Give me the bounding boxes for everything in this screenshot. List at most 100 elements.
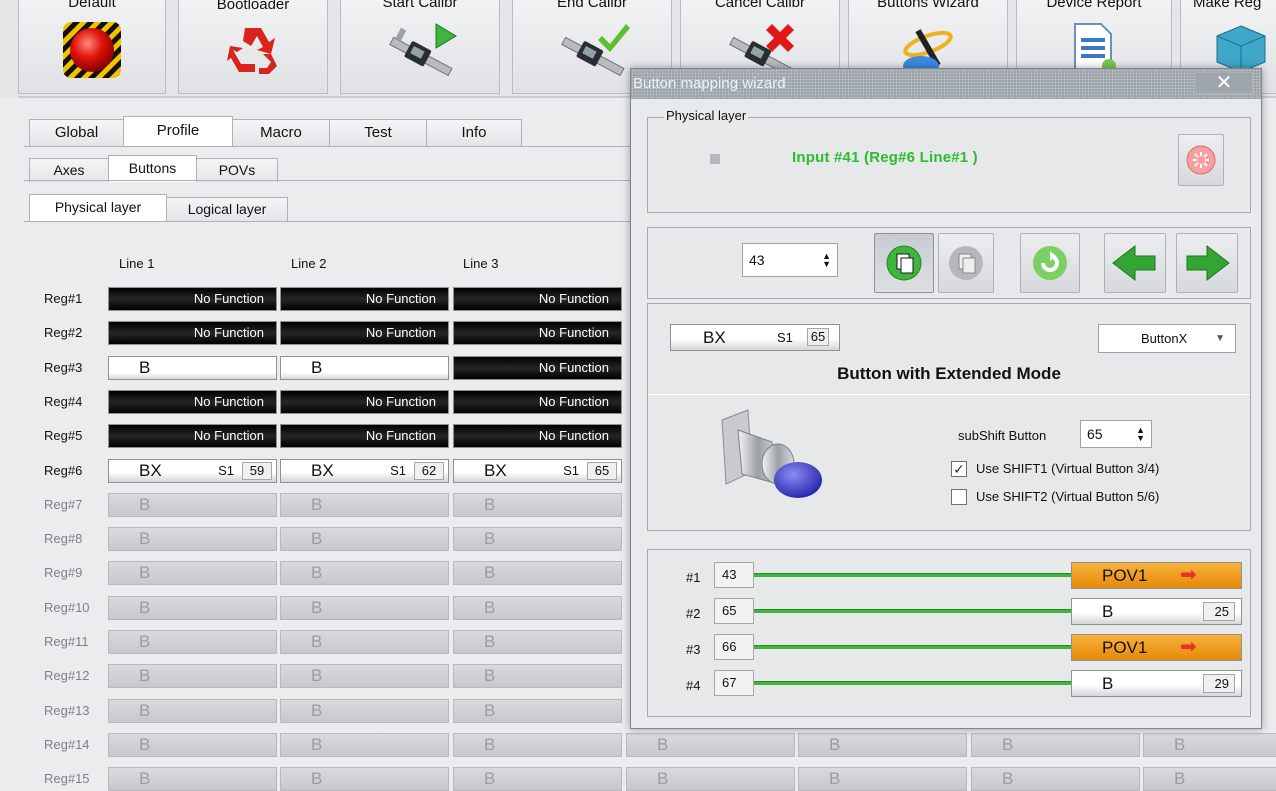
grid-cell-button[interactable]: B xyxy=(626,733,795,757)
close-button[interactable]: ✕ xyxy=(1195,72,1253,94)
paste-button[interactable] xyxy=(938,233,994,293)
grid-cell-button[interactable]: B xyxy=(971,767,1140,791)
grid-cell-button[interactable]: B xyxy=(798,767,967,791)
grid-cell-button[interactable]: B xyxy=(280,664,449,688)
mapping-output[interactable]: B 25 xyxy=(1071,598,1242,625)
grid-cell-button[interactable]: B xyxy=(108,767,277,791)
grid-cell-button[interactable]: B xyxy=(108,664,277,688)
shift1-checkbox[interactable]: ✓ xyxy=(951,461,967,477)
grid-cell-button[interactable]: B xyxy=(280,527,449,551)
grid-cell-button[interactable]: B xyxy=(798,733,967,757)
grid-cell-no-function[interactable]: No Function xyxy=(453,287,622,311)
grid-cell-no-function[interactable]: No Function xyxy=(280,390,449,414)
mapping-input-number[interactable]: 65 xyxy=(714,598,754,624)
mapping-output[interactable]: POV1 ➡ xyxy=(1071,634,1242,661)
refresh-button[interactable] xyxy=(1020,233,1080,293)
shift2-checkbox[interactable] xyxy=(951,489,967,505)
cancel-calibr-label: Cancel Calibr xyxy=(714,0,806,11)
arrow-right-icon: ➡ xyxy=(1180,564,1197,586)
current-button-number: 65 xyxy=(807,328,829,346)
grid-cell-button[interactable]: B xyxy=(453,630,622,654)
grid-cell-no-function[interactable]: No Function xyxy=(280,321,449,345)
grid-cell-no-function[interactable]: No Function xyxy=(108,424,277,448)
chevron-down-icon[interactable]: ▼ xyxy=(1215,325,1225,352)
grid-cell-button[interactable]: B xyxy=(280,699,449,723)
grid-cell-no-function[interactable]: No Function xyxy=(453,390,622,414)
grid-cell-bx[interactable]: BX S1 59 xyxy=(108,459,277,483)
mapping-input-number[interactable]: 66 xyxy=(714,634,754,660)
grid-cell-button[interactable]: B xyxy=(453,664,622,688)
tab-macro[interactable]: Macro xyxy=(232,119,330,146)
tab-buttons[interactable]: Buttons xyxy=(108,155,197,182)
start-calibr-button[interactable]: Start Calibr xyxy=(340,0,500,94)
device-report-label: Device Report xyxy=(1046,0,1142,11)
grid-cell-button[interactable]: B xyxy=(108,733,277,757)
grid-cell-button[interactable]: B xyxy=(280,596,449,620)
grid-cell-button[interactable]: B xyxy=(280,733,449,757)
mapping-row-id: #4 xyxy=(686,678,701,693)
mapping-output[interactable]: POV1 ➡ xyxy=(1071,562,1242,589)
tab-axes[interactable]: Axes xyxy=(29,158,109,182)
bootloader-button[interactable]: Bootloader xyxy=(178,0,328,94)
grid-cell-button[interactable]: B xyxy=(971,733,1140,757)
row-label: Reg#3 xyxy=(44,360,83,375)
grid-cell-no-function[interactable]: No Function xyxy=(108,321,277,345)
tab-test[interactable]: Test xyxy=(329,119,427,146)
mapping-input-number[interactable]: 67 xyxy=(714,670,754,696)
grid-cell-button[interactable]: B xyxy=(453,699,622,723)
tab-logical-layer[interactable]: Logical layer xyxy=(166,197,288,221)
grid-cell-no-function[interactable]: No Function xyxy=(453,321,622,345)
grid-cell-button[interactable]: B xyxy=(453,733,622,757)
mapping-output[interactable]: B 29 xyxy=(1071,670,1242,697)
subshift-arrows-icon[interactable]: ▲ ▼ xyxy=(1136,426,1145,443)
grid-cell-button[interactable]: B xyxy=(280,561,449,585)
grid-cell-button[interactable]: B xyxy=(108,561,277,585)
grid-cell-no-function[interactable]: No Function xyxy=(108,287,277,311)
grid-cell-button[interactable]: B xyxy=(108,596,277,620)
grid-cell-button[interactable]: B xyxy=(453,596,622,620)
button-mapping-wizard-dialog: Button mapping wizard ✕ Physical layer I… xyxy=(630,68,1262,729)
spinner-arrows-icon[interactable]: ▲ ▼ xyxy=(822,252,831,269)
grid-cell-button[interactable]: B xyxy=(280,767,449,791)
grid-cell-button[interactable]: B xyxy=(108,356,277,380)
grid-cell-bx[interactable]: BX S1 62 xyxy=(280,459,449,483)
grid-cell-button[interactable]: B xyxy=(280,630,449,654)
grid-cell-button[interactable]: B xyxy=(108,527,277,551)
tab-info[interactable]: Info xyxy=(426,119,522,146)
grid-cell-no-function[interactable]: No Function xyxy=(453,356,622,380)
tab-global[interactable]: Global xyxy=(29,119,124,146)
mapping-row-id: #2 xyxy=(686,606,701,621)
next-button[interactable] xyxy=(1176,233,1238,293)
grid-cell-button[interactable]: B xyxy=(626,767,795,791)
grid-cell-button[interactable]: B xyxy=(108,699,277,723)
grid-cell-button[interactable]: B xyxy=(453,561,622,585)
grid-cell-button[interactable]: B xyxy=(1143,733,1276,757)
grid-cell-no-function[interactable]: No Function xyxy=(108,390,277,414)
grid-cell-button[interactable]: B xyxy=(280,356,449,380)
grid-cell-no-function[interactable]: No Function xyxy=(280,287,449,311)
grid-cell-bx[interactable]: BX S1 65 xyxy=(453,459,622,483)
tab-physical-layer[interactable]: Physical layer xyxy=(29,194,167,221)
tab-profile[interactable]: Profile xyxy=(123,116,233,146)
grid-cell-button[interactable]: B xyxy=(1143,767,1276,791)
grid-cell-button[interactable]: B xyxy=(108,493,277,517)
grid-cell-button[interactable]: B xyxy=(453,493,622,517)
default-button[interactable]: Default xyxy=(18,0,166,94)
mapping-input-number[interactable]: 43 xyxy=(714,562,754,588)
grid-cell-button[interactable]: B xyxy=(453,767,622,791)
current-button-shift: S1 xyxy=(777,330,793,345)
reset-input-button[interactable] xyxy=(1178,134,1224,186)
button-type-select[interactable]: ButtonX ▼ xyxy=(1098,324,1236,353)
red-alarm-button-icon xyxy=(63,22,121,78)
grid-cell-no-function[interactable]: No Function xyxy=(280,424,449,448)
grid-cell-no-function[interactable]: No Function xyxy=(453,424,622,448)
grid-cell-button[interactable]: B xyxy=(108,630,277,654)
grid-cell-button[interactable]: B xyxy=(453,527,622,551)
subshift-spinner[interactable]: 65 ▲ ▼ xyxy=(1080,420,1152,448)
grid-cell-button[interactable]: B xyxy=(280,493,449,517)
arrow-right-icon xyxy=(1186,244,1230,282)
button-number-spinner[interactable]: 43 ▲ ▼ xyxy=(742,243,838,277)
previous-button[interactable] xyxy=(1104,233,1166,293)
copy-button[interactable] xyxy=(874,233,934,293)
tab-povs[interactable]: POVs xyxy=(196,158,278,182)
